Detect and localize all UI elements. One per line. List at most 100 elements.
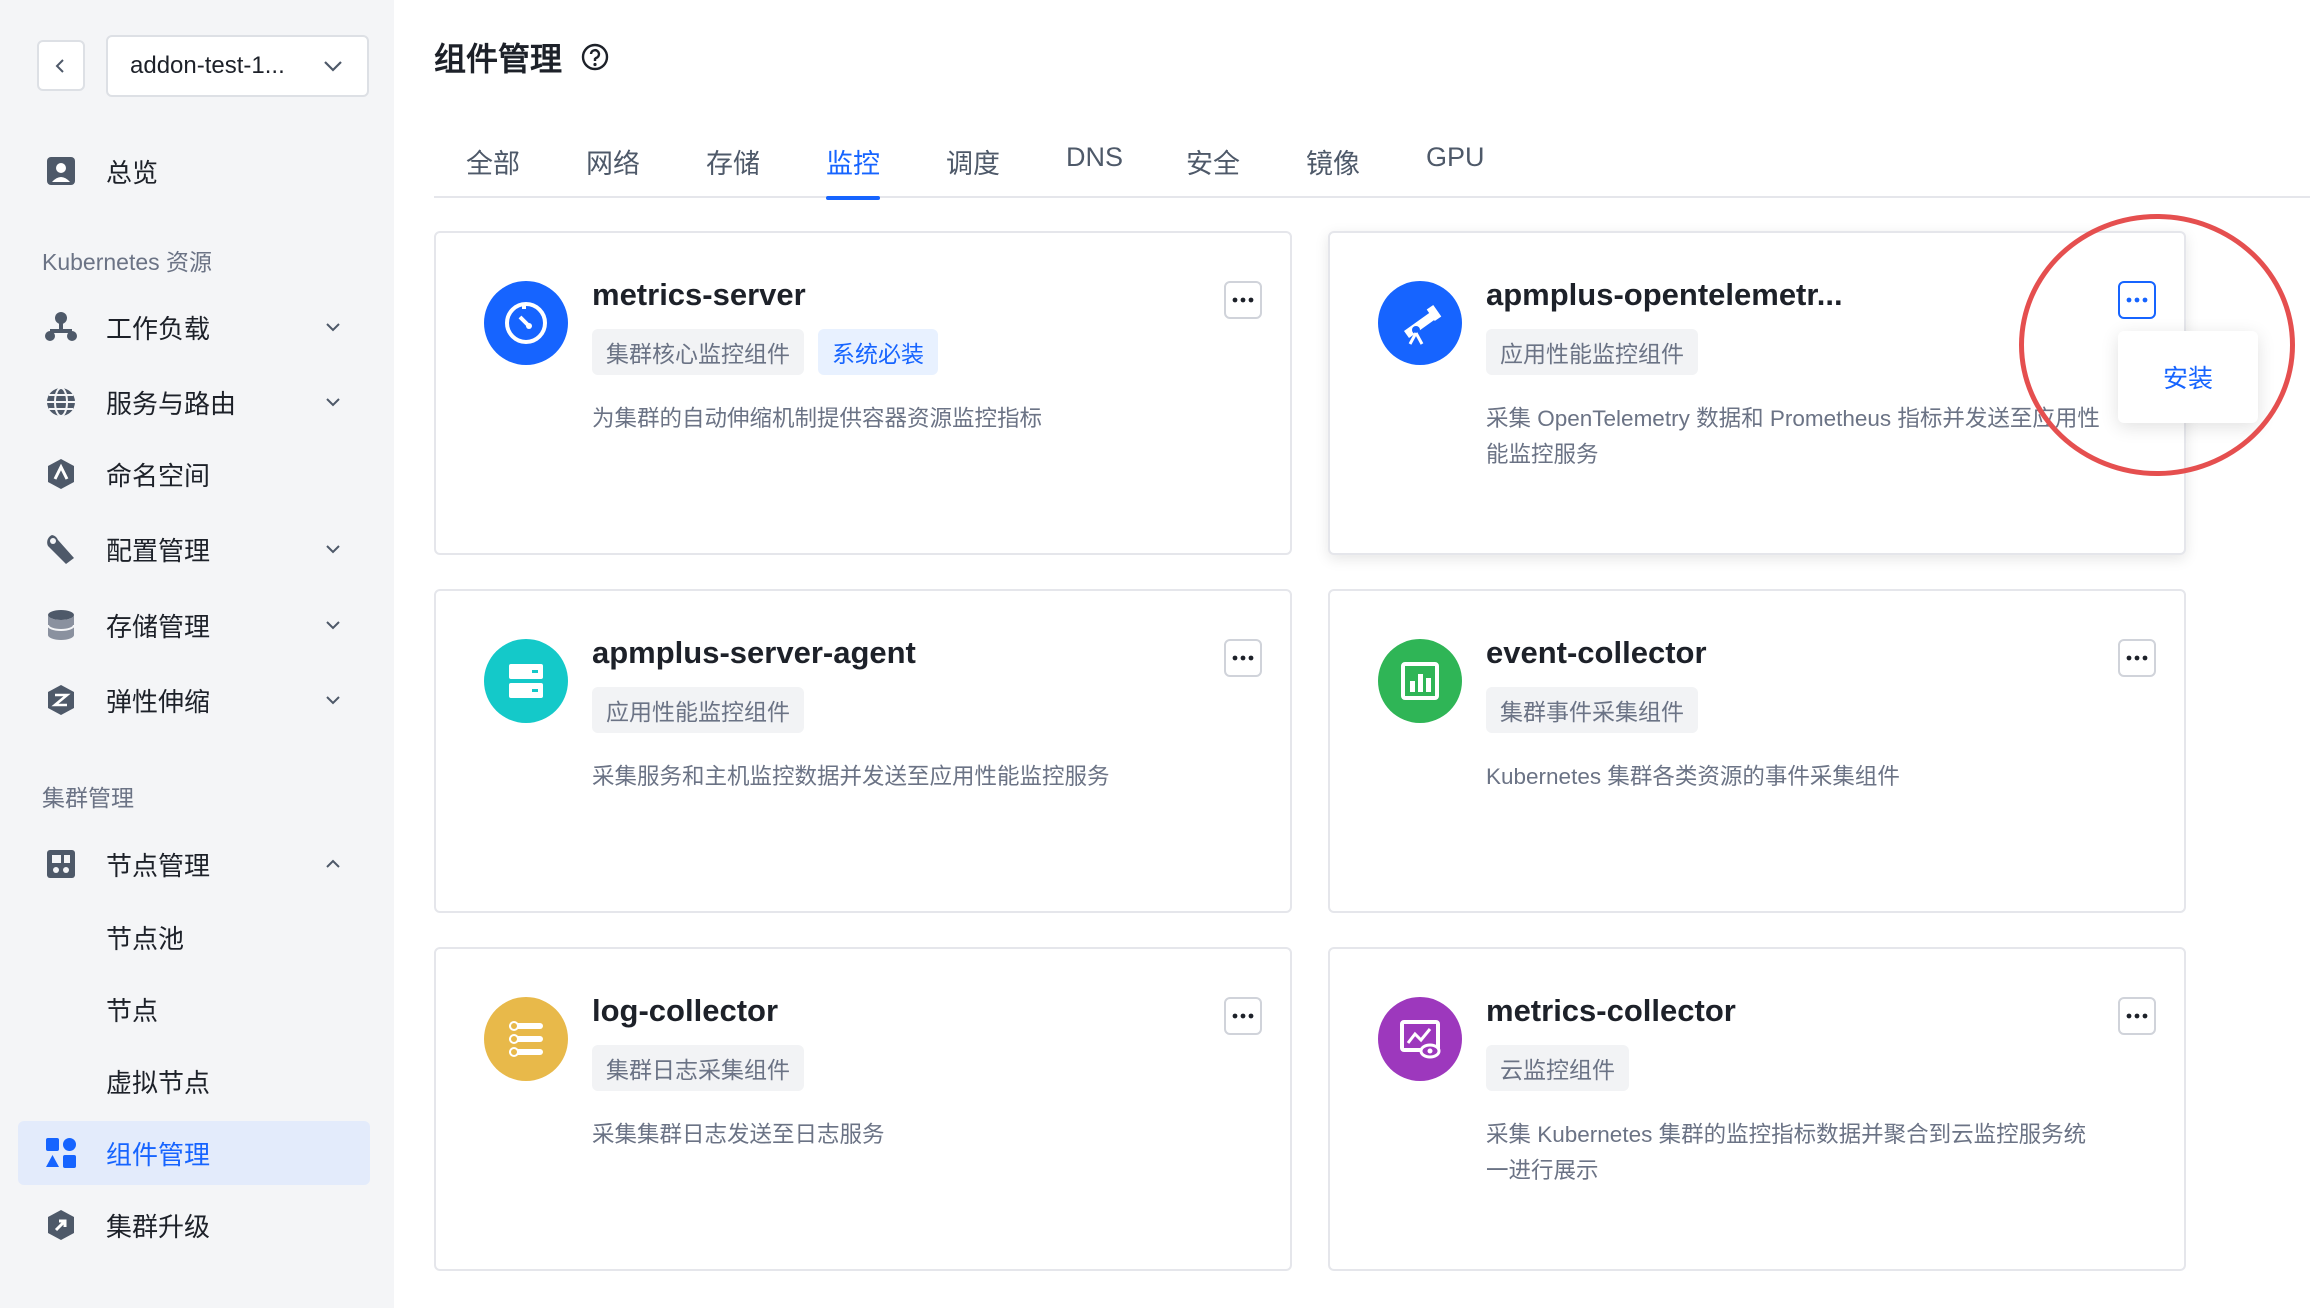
- sidebar-item-storage[interactable]: 存储管理: [18, 594, 370, 656]
- autoscale-icon: [44, 683, 78, 717]
- chevron-down-icon: [322, 689, 344, 711]
- more-icon: [1231, 296, 1255, 304]
- addon-description: 采集 OpenTelemetry 数据和 Prometheus 指标并发送至应用…: [1486, 401, 2106, 473]
- addon-name[interactable]: log-collector: [592, 993, 778, 1029]
- globe-icon: [44, 385, 78, 419]
- tab-storage[interactable]: 存储: [706, 142, 760, 198]
- install-menu-item[interactable]: 安装: [2118, 331, 2258, 423]
- addon-name[interactable]: apmplus-opentelemetr...: [1486, 277, 1843, 313]
- sidebar-item-label: 工作负载: [106, 309, 210, 346]
- chevron-down-icon: [322, 391, 344, 413]
- more-icon: [2125, 654, 2149, 662]
- tab-dns[interactable]: DNS: [1066, 142, 1123, 198]
- sidebar-item-addons[interactable]: 组件管理: [18, 1121, 370, 1185]
- more-icon: [1231, 1012, 1255, 1020]
- sidebar-item-label: 节点: [106, 991, 158, 1028]
- more-actions-button[interactable]: [1224, 281, 1262, 319]
- sidebar-item-label: 虚拟节点: [106, 1063, 210, 1100]
- more-icon: [1231, 654, 1255, 662]
- sidebar: addon-test-1... 总览 Kubernetes 资源 工作负载 服务…: [0, 0, 394, 1308]
- addon-name[interactable]: event-collector: [1486, 635, 1707, 671]
- more-actions-button[interactable]: [1224, 997, 1262, 1035]
- help-icon[interactable]: [580, 42, 610, 72]
- sidebar-item-config[interactable]: 配置管理: [18, 518, 370, 580]
- sidebar-item-services[interactable]: 服务与路由: [18, 371, 370, 433]
- addon-description: 采集集群日志发送至日志服务: [592, 1117, 1212, 1153]
- sidebar-item-label: 总览: [106, 153, 158, 190]
- category-tag: 集群事件采集组件: [1486, 687, 1698, 733]
- more-actions-button[interactable]: [2118, 997, 2156, 1035]
- addon-card-event-collector: event-collector 集群事件采集组件 Kubernetes 集群各类…: [1328, 589, 2186, 913]
- tab-scheduling[interactable]: 调度: [946, 142, 1000, 198]
- tag-list: 集群日志采集组件: [592, 1045, 804, 1091]
- section-title-cluster: 集群管理: [42, 779, 134, 813]
- namespace-icon: [44, 457, 78, 491]
- monitor-eye-icon: [1378, 997, 1462, 1081]
- tag-list: 集群事件采集组件: [1486, 687, 1698, 733]
- back-button[interactable]: [37, 40, 85, 91]
- node-icon: [44, 847, 78, 881]
- upgrade-icon: [44, 1208, 78, 1242]
- tag-list: 应用性能监控组件: [592, 687, 804, 733]
- sidebar-item-label: 组件管理: [106, 1135, 210, 1172]
- sidebar-item-node-management[interactable]: 节点管理: [18, 833, 370, 895]
- category-tag: 集群核心监控组件: [592, 329, 804, 375]
- addon-card-log-collector: log-collector 集群日志采集组件 采集集群日志发送至日志服务: [434, 947, 1292, 1271]
- required-tag: 系统必装: [818, 329, 938, 375]
- sidebar-item-node-pools[interactable]: 节点池: [18, 906, 370, 968]
- more-icon: [2125, 1012, 2149, 1020]
- sidebar-item-autoscaling[interactable]: 弹性伸缩: [18, 669, 370, 731]
- sidebar-item-virtual-nodes[interactable]: 虚拟节点: [18, 1050, 370, 1112]
- sidebar-item-label: 节点管理: [106, 846, 210, 883]
- cluster-name: addon-test-1...: [130, 52, 285, 80]
- sidebar-item-label: 命名空间: [106, 456, 210, 493]
- tag-list: 应用性能监控组件: [1486, 329, 1698, 375]
- more-actions-button[interactable]: [1224, 639, 1262, 677]
- addon-description: 采集服务和主机监控数据并发送至应用性能监控服务: [592, 759, 1212, 795]
- sidebar-item-overview[interactable]: 总览: [18, 140, 370, 202]
- category-tag: 云监控组件: [1486, 1045, 1629, 1091]
- addon-card-apmplus-server-agent: apmplus-server-agent 应用性能监控组件 采集服务和主机监控数…: [434, 589, 1292, 913]
- tab-image[interactable]: 镜像: [1306, 142, 1360, 198]
- sidebar-item-cluster-upgrade[interactable]: 集群升级: [18, 1194, 370, 1256]
- cluster-select[interactable]: addon-test-1...: [106, 35, 369, 97]
- page-title: 组件管理: [434, 34, 610, 80]
- category-tag: 应用性能监控组件: [1486, 329, 1698, 375]
- wrench-icon: [44, 532, 78, 566]
- dashboard-icon: [44, 154, 78, 188]
- sidebar-item-nodes[interactable]: 节点: [18, 978, 370, 1040]
- tab-gpu[interactable]: GPU: [1426, 142, 1485, 198]
- sidebar-item-namespaces[interactable]: 命名空间: [18, 443, 370, 505]
- tab-all[interactable]: 全部: [466, 142, 520, 198]
- tab-monitoring[interactable]: 监控: [826, 142, 880, 198]
- tab-network[interactable]: 网络: [586, 142, 640, 198]
- tag-list: 集群核心监控组件 系统必装: [592, 329, 938, 375]
- bar-chart-icon: [1378, 639, 1462, 723]
- sidebar-item-label: 集群升级: [106, 1207, 210, 1244]
- telescope-icon: [1378, 281, 1462, 365]
- addon-name[interactable]: apmplus-server-agent: [592, 635, 916, 671]
- category-tag: 集群日志采集组件: [592, 1045, 804, 1091]
- section-title-k8s: Kubernetes 资源: [42, 243, 212, 277]
- list-icon: [484, 997, 568, 1081]
- tag-list: 云监控组件: [1486, 1045, 1629, 1091]
- more-actions-button[interactable]: [2118, 639, 2156, 677]
- workload-icon: [44, 310, 78, 344]
- gauge-icon: [484, 281, 568, 365]
- addon-card-apmplus-opentelemetry: apmplus-opentelemetr... 应用性能监控组件 采集 Open…: [1328, 231, 2186, 555]
- database-icon: [44, 608, 78, 642]
- addon-name[interactable]: metrics-collector: [1486, 993, 1736, 1029]
- addon-description: Kubernetes 集群各类资源的事件采集组件: [1486, 759, 2106, 795]
- chevron-down-icon: [321, 54, 345, 78]
- addons-icon: [44, 1136, 78, 1170]
- sidebar-item-label: 配置管理: [106, 531, 210, 568]
- category-tabs: 全部 网络 存储 监控 调度 DNS 安全 镜像 GPU: [434, 136, 2310, 198]
- addon-name[interactable]: metrics-server: [592, 277, 806, 313]
- tab-security[interactable]: 安全: [1186, 142, 1240, 198]
- sidebar-item-workloads[interactable]: 工作负载: [18, 296, 370, 358]
- addon-description: 采集 Kubernetes 集群的监控指标数据并聚合到云监控服务统一进行展示: [1486, 1117, 2106, 1189]
- server-icon: [484, 639, 568, 723]
- addon-description: 为集群的自动伸缩机制提供容器资源监控指标: [592, 401, 1212, 437]
- chevron-down-icon: [322, 538, 344, 560]
- more-actions-button[interactable]: [2118, 281, 2156, 319]
